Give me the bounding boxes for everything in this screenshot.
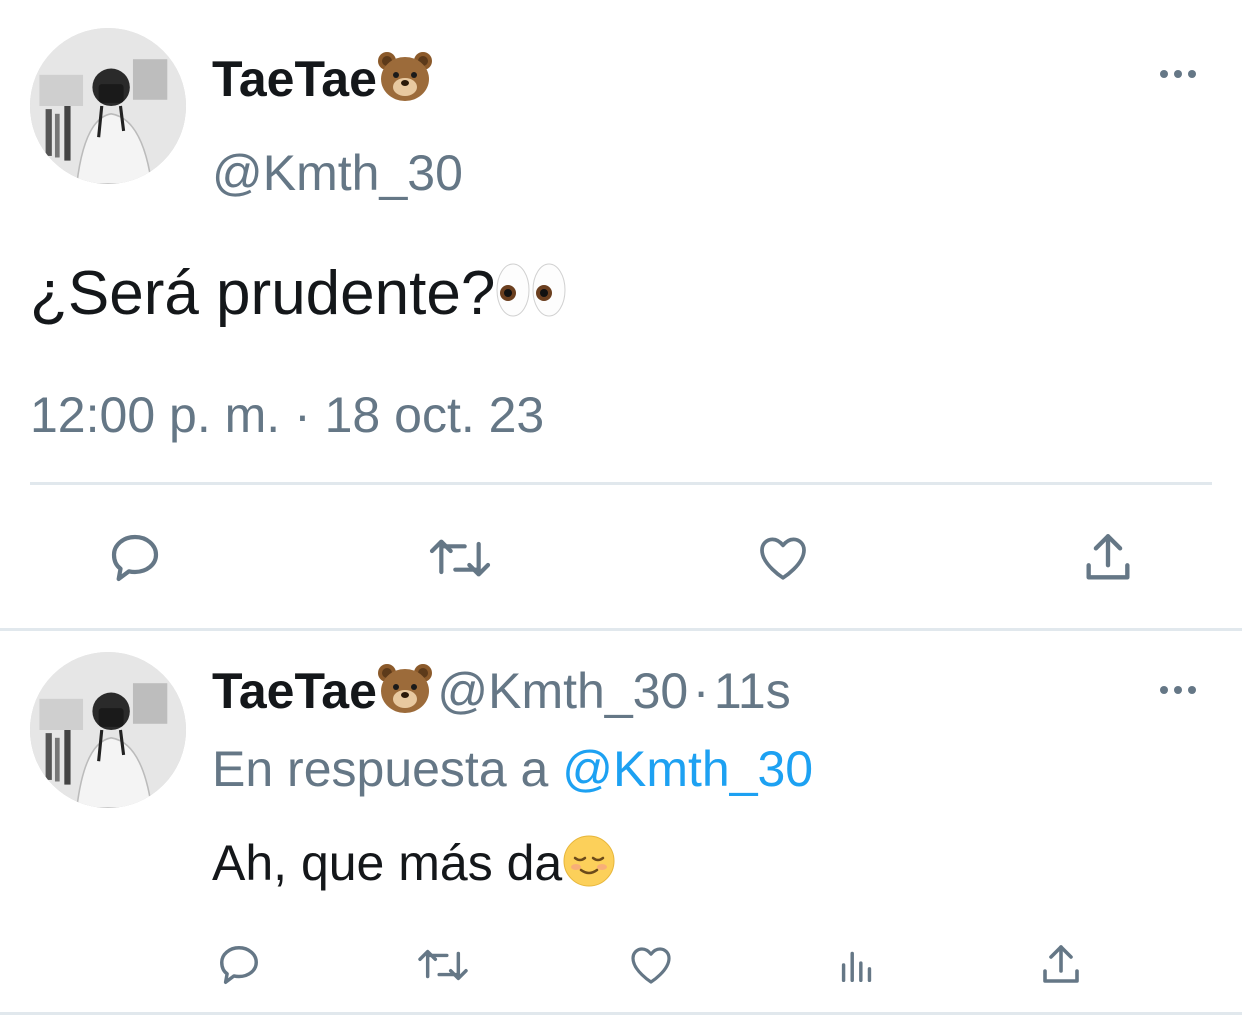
like-icon[interactable] <box>624 938 678 992</box>
reply-icon[interactable] <box>100 526 170 590</box>
reply-context: En respuesta a @Kmth_30 <box>212 741 814 797</box>
retweet-icon[interactable] <box>422 526 498 590</box>
author-handle[interactable]: @Kmth_30 <box>212 144 463 202</box>
analytics-icon[interactable] <box>830 938 884 992</box>
divider <box>30 482 1212 485</box>
more-options-icon[interactable] <box>1160 70 1196 78</box>
eyes-icon <box>495 260 569 335</box>
share-icon[interactable] <box>1034 938 1088 992</box>
bear-face-icon <box>377 663 433 727</box>
retweet-icon[interactable] <box>412 938 474 992</box>
reply-text: Ah, que más da <box>212 834 616 900</box>
reply-icon[interactable] <box>212 938 266 992</box>
reply-to-link[interactable]: @Kmth_30 <box>562 741 813 797</box>
tweet-timestamp[interactable]: 12:00 p. m. · 18 oct. 23 <box>30 386 544 444</box>
more-options-icon[interactable] <box>1160 686 1196 694</box>
share-icon[interactable] <box>1076 526 1140 590</box>
reply-separator: · <box>692 663 710 719</box>
avatar-photo <box>30 28 186 184</box>
tweet-text: ¿Será prudente? <box>30 258 569 335</box>
reply-time[interactable]: 11s <box>714 663 791 719</box>
reply-avatar[interactable] <box>30 652 186 808</box>
author-name[interactable]: TaeTae <box>212 50 433 115</box>
like-icon[interactable] <box>750 526 816 590</box>
avatar[interactable] <box>30 28 186 184</box>
avatar-photo <box>30 652 186 808</box>
reply-author-name[interactable]: TaeTae <box>212 663 433 719</box>
reply-header: TaeTae @Kmth_30 · 11s <box>212 662 791 727</box>
reply-author-handle[interactable]: @Kmth_30 <box>437 663 688 719</box>
relieved-face-icon <box>562 834 616 900</box>
bear-face-icon <box>377 51 433 115</box>
bottom-divider <box>0 1012 1242 1015</box>
tweet-separator <box>0 628 1242 631</box>
